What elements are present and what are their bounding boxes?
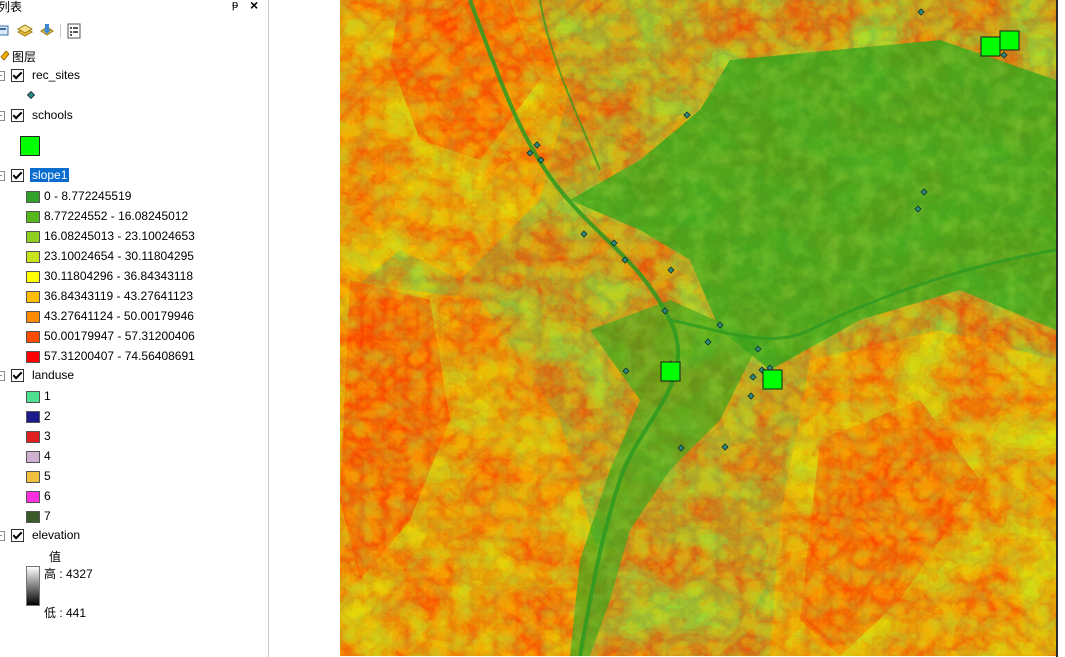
legend-swatch	[26, 351, 40, 363]
legend-class-row: 0 - 8.772245519	[0, 187, 268, 207]
legend-symbol	[0, 88, 268, 108]
layer-landuse[interactable]: − landuse	[0, 367, 268, 385]
legend-class-label: 57.31200407 - 74.56408691	[44, 349, 195, 363]
layer-name[interactable]: schools	[30, 108, 75, 122]
map-display[interactable]	[269, 0, 1065, 657]
layer-name[interactable]: landuse	[30, 368, 76, 382]
legend-class-label: 30.11804296 - 36.84343118	[44, 269, 194, 283]
legend-class-label: 23.10024654 - 30.11804295	[44, 249, 194, 263]
legend-class-label: 0 - 8.772245519	[44, 189, 132, 203]
legend-swatch	[26, 331, 40, 343]
layer-visibility-checkbox[interactable]	[11, 369, 24, 382]
layer-name[interactable]: rec_sites	[30, 68, 82, 82]
legend-class-row: 3	[0, 427, 268, 447]
legend-swatch	[26, 391, 40, 403]
legend-class-row: 16.08245013 - 23.10024653	[0, 227, 268, 247]
legend-swatch	[26, 291, 40, 303]
legend-value-header: 值	[49, 550, 62, 564]
pin-icon[interactable]: ᵽ	[232, 0, 238, 11]
legend-symbol	[0, 134, 268, 156]
legend-class-row: 23.10024654 - 30.11804295	[0, 247, 268, 267]
map-frame[interactable]	[340, 0, 1056, 656]
legend-class-row: 4	[0, 447, 268, 467]
elevation-low-label: 低 : 441	[44, 606, 87, 620]
collapse-toggle[interactable]: −	[0, 171, 5, 181]
collapse-toggle[interactable]: −	[0, 71, 5, 81]
legend-class-row: 50.00179947 - 57.31200406	[0, 327, 268, 347]
collapse-toggle[interactable]: −	[0, 531, 5, 541]
layer-visibility-checkbox[interactable]	[11, 69, 24, 82]
legend-class-row: 5	[0, 467, 268, 487]
legend-class-label: 6	[44, 489, 51, 503]
legend-class-label: 7	[44, 509, 51, 523]
legend-class-label: 36.84343119 - 43.27641123	[44, 289, 194, 303]
layer-visibility-checkbox[interactable]	[11, 109, 24, 122]
layer-name[interactable]: elevation	[30, 528, 82, 542]
point-symbol-icon	[27, 91, 35, 99]
layers-root-label: 图层	[12, 50, 37, 64]
slope-raster-map[interactable]	[340, 0, 1056, 656]
collapse-toggle[interactable]: −	[0, 371, 5, 381]
legend-class-row: 30.11804296 - 36.84343118	[0, 267, 268, 287]
close-icon[interactable]: ×	[250, 0, 258, 13]
list-by-visibility-icon[interactable]	[38, 22, 56, 40]
options-icon[interactable]	[65, 22, 83, 40]
panel-title: 列表	[0, 0, 23, 14]
legend-class-row: 43.27641124 - 50.00179946	[0, 307, 268, 327]
legend-swatch	[26, 411, 40, 423]
legend-class-row: 2	[0, 407, 268, 427]
legend-swatch	[26, 451, 40, 463]
legend-class-label: 8.77224552 - 16.08245012	[44, 209, 189, 223]
school-point[interactable]	[999, 30, 1020, 51]
list-by-drawing-order-icon[interactable]	[0, 22, 12, 40]
layer-visibility-checkbox[interactable]	[11, 169, 24, 182]
layer-visibility-checkbox[interactable]	[11, 529, 24, 542]
legend-swatch	[26, 511, 40, 523]
collapse-toggle[interactable]: −	[0, 111, 5, 121]
legend-swatch	[26, 311, 40, 323]
elevation-high-label: 高 : 4327	[44, 567, 93, 581]
layer-name[interactable]: slope1	[30, 168, 70, 182]
legend-class-label: 50.00179947 - 57.31200406	[44, 329, 195, 343]
legend-class-label: 16.08245013 - 23.10024653	[44, 229, 195, 243]
legend-class-row: 1	[0, 387, 268, 407]
legend-class-row: 57.31200407 - 74.56408691	[0, 347, 268, 367]
legend-swatch	[26, 471, 40, 483]
legend-class-label: 2	[44, 409, 51, 423]
school-point[interactable]	[980, 36, 1001, 57]
layer-schools[interactable]: − schools	[0, 107, 268, 125]
legend-class-label: 1	[44, 389, 51, 403]
legend-swatch	[26, 211, 40, 223]
layer-rec-sites[interactable]: − rec_sites	[0, 67, 268, 85]
layer-slope1[interactable]: − slope1	[0, 167, 268, 185]
list-by-source-icon[interactable]	[16, 22, 34, 40]
school-point[interactable]	[762, 369, 783, 390]
legend-class-label: 43.27641124 - 50.00179946	[44, 309, 194, 323]
legend-swatch	[26, 431, 40, 443]
legend-class-row: 6	[0, 487, 268, 507]
map-frame-border	[1056, 0, 1058, 657]
legend-class-row: 8.77224552 - 16.08245012	[0, 207, 268, 227]
legend-swatch	[26, 271, 40, 283]
legend-class-label: 3	[44, 429, 51, 443]
legend-class-label: 4	[44, 449, 51, 463]
toc-toolbar	[0, 22, 268, 42]
elevation-color-ramp	[26, 566, 40, 606]
legend-swatch	[26, 191, 40, 203]
school-point[interactable]	[660, 361, 681, 382]
legend-swatch	[26, 491, 40, 503]
legend-class-row: 7	[0, 507, 268, 527]
table-of-contents-panel: 列表 ᵽ × 图层 − rec_sites − schools	[0, 0, 269, 657]
legend-class-row: 36.84343119 - 43.27641123	[0, 287, 268, 307]
layer-elevation[interactable]: − elevation	[0, 527, 268, 545]
school-symbol-icon	[20, 136, 40, 156]
legend-swatch	[26, 231, 40, 243]
layers-icon	[0, 50, 10, 61]
legend-swatch	[26, 251, 40, 263]
legend-class-label: 5	[44, 469, 51, 483]
elevation-legend: 值 高 : 4327 低 : 441	[0, 548, 268, 648]
